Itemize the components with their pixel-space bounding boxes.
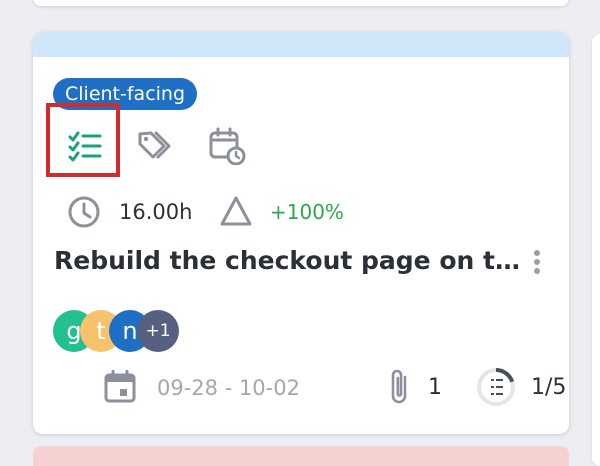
task-title[interactable]: Rebuild the checkout page on th… [54, 243, 524, 279]
checklist-count[interactable]: 1/5 [531, 374, 566, 402]
tags-icon [138, 131, 171, 159]
more-options-button[interactable] [527, 244, 547, 280]
estimated-hours: 16.00h [119, 200, 193, 224]
next-card[interactable] [33, 446, 569, 466]
checklist-button[interactable] [63, 124, 107, 168]
previous-card[interactable] [33, 0, 569, 6]
tag-client-facing[interactable]: Client-facing [53, 78, 198, 110]
next-column-card[interactable] [592, 34, 600, 466]
schedule-button[interactable] [205, 124, 249, 168]
card-action-icons [33, 120, 293, 174]
task-card[interactable]: Client-facing 16.00h +100% Rebuild the c… [33, 32, 569, 434]
kanban-board: Client-facing 16.00h +100% Rebuild the c… [0, 0, 600, 466]
card-color-band [33, 32, 569, 57]
time-stats: 16.00h +100% [67, 192, 467, 232]
due-date-range[interactable]: 09-28 - 10-02 [157, 374, 300, 402]
tags-button[interactable] [134, 124, 178, 168]
checklist-progress-icon [477, 368, 515, 406]
more-vertical-icon [534, 250, 540, 256]
more-dot [534, 259, 540, 265]
attachment-count[interactable]: 1 [428, 374, 442, 402]
checklist-icon [68, 131, 102, 162]
calendar-icon [104, 370, 136, 403]
more-assignees-badge[interactable]: +1 [137, 310, 179, 352]
assignees[interactable]: g t n +1 [53, 310, 253, 354]
calendar-clock-icon [209, 127, 246, 165]
paperclip-icon [391, 369, 407, 404]
triangle-icon [220, 196, 252, 226]
clock-icon [68, 196, 100, 228]
card-footer: 09-28 - 10-02 1 1/5 [103, 366, 566, 410]
hours-variance: +100% [270, 200, 344, 224]
more-dot [534, 268, 540, 274]
